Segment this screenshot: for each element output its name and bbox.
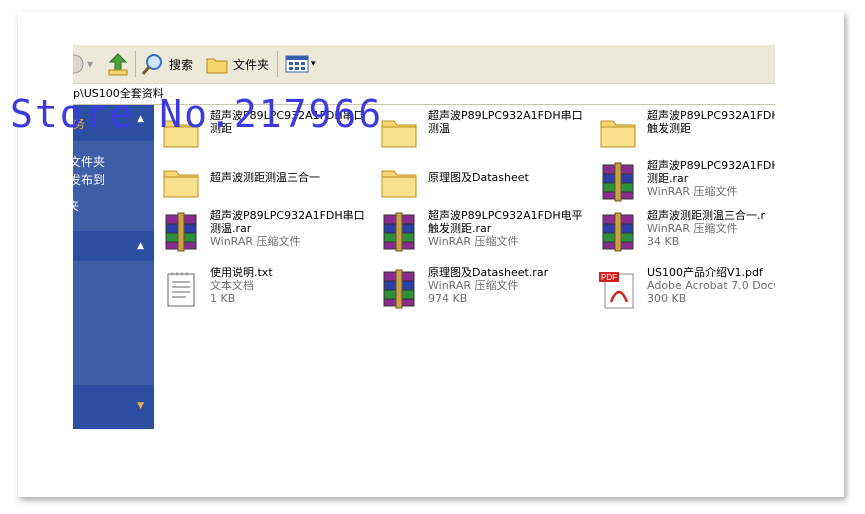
task-pane-body: 文件夹 发布到 夹 [73, 141, 154, 231]
file-item[interactable]: PDF US100产品介绍V1.pdfAdobe Acrobat 7.0 Docu… [597, 266, 775, 312]
file-item[interactable]: 超声波测距测温三合一.r WinRAR 压缩文件 34 KB [597, 209, 775, 255]
file-item[interactable]: 超声波P89LPC932A1FDH串口 测温 [378, 109, 583, 155]
file-list: 超声波P89LPC932A1FDH串口 测距 超声波P89LPC932A1FDH串… [154, 105, 775, 429]
file-name: 超声波测距测温三合一 [210, 171, 320, 184]
file-name: 超声波P89LPC932A1FDH电平 触发测距.rar [428, 209, 583, 235]
file-name: 超声波P89LPC932A1FDH电 测距.rar [647, 159, 775, 185]
views-button[interactable]: ▾ [285, 51, 316, 77]
folder-icon [597, 111, 639, 153]
folders-button[interactable]: 文件夹 [205, 51, 269, 77]
pdf-icon: PDF [597, 268, 639, 310]
folder-icon [378, 111, 420, 153]
file-item[interactable]: 超声波测距测温三合一 [160, 159, 360, 205]
views-icon [285, 55, 309, 73]
file-item[interactable]: 超声波P89LPC932A1FDH串口 测温.rar WinRAR 压缩文件 [160, 209, 365, 255]
file-size: 974 KB [428, 292, 468, 305]
file-type: WinRAR 压缩文件 [210, 235, 301, 248]
back-dropdown-icon[interactable]: ▾ [87, 51, 93, 77]
photo-frame: ▾ 搜索 文件夹 ▾ p\US100全套资料 务 ▲ 文件夹 发布到 夹 ▲ ▼… [0, 0, 865, 514]
task-link-share[interactable]: 夹 [73, 197, 79, 214]
file-name: 原理图及Datasheet [428, 171, 529, 184]
file-name: US100产品介绍V1.pdf [647, 266, 763, 279]
file-size: 34 KB [647, 235, 680, 248]
folders-label: 文件夹 [233, 57, 270, 72]
winrar-icon [378, 268, 420, 310]
file-type: WinRAR 压缩文件 [647, 222, 738, 235]
file-type: 文本文档 [210, 279, 254, 292]
views-dropdown-icon: ▾ [311, 59, 316, 69]
folder-icon [160, 161, 202, 203]
winrar-icon [597, 161, 639, 203]
toolbar: ▾ 搜索 文件夹 ▾ [73, 45, 775, 84]
up-folder-icon [108, 53, 128, 76]
search-icon [141, 54, 162, 75]
file-name: 超声波P89LPC932A1FDH串口 测温 [428, 109, 583, 135]
file-type: WinRAR 压缩文件 [647, 185, 738, 198]
toolbar-separator [277, 51, 278, 77]
winrar-icon [378, 211, 420, 253]
file-item[interactable]: 超声波P89LPC932A1FDH电平 触发测距.rar WinRAR 压缩文件 [378, 209, 583, 255]
watermark: Store No.217966 [10, 92, 384, 136]
task-pane-body [73, 261, 154, 385]
up-folder-button[interactable] [107, 51, 129, 77]
back-button[interactable] [73, 51, 85, 77]
file-size: 300 KB [647, 292, 687, 305]
file-name: 原理图及Datasheet.rar [428, 266, 549, 279]
task-pane-section[interactable]: ▲ [73, 231, 154, 261]
folder-icon [378, 161, 420, 203]
search-button[interactable]: 搜索 [141, 51, 193, 77]
file-item[interactable]: 超声波P89LPC932A1FDH电 触发测距 [597, 109, 775, 155]
task-link-publish[interactable]: 发布到 [73, 171, 105, 188]
file-type: Adobe Acrobat 7.0 Docume [647, 279, 775, 292]
back-arrow-icon [73, 54, 84, 74]
file-name: 超声波测距测温三合一.r [647, 209, 766, 222]
file-name: 使用说明.txt [210, 266, 273, 279]
task-link-new-folder[interactable]: 文件夹 [73, 153, 105, 170]
winrar-icon [160, 211, 202, 253]
task-pane-section[interactable]: ▼ [73, 385, 154, 429]
file-item[interactable]: 超声波P89LPC932A1FDH电 测距.rarWinRAR 压缩文件 [597, 159, 775, 205]
file-size: 1 KB [210, 292, 236, 305]
file-item[interactable]: 原理图及Datasheet [378, 159, 578, 205]
file-name: 超声波P89LPC932A1FDH电 触发测距 [647, 109, 775, 135]
file-type: WinRAR 压缩文件 [428, 279, 519, 292]
toolbar-separator [135, 51, 136, 77]
collapse-icon[interactable]: ▲ [137, 241, 144, 251]
expand-icon[interactable]: ▼ [137, 401, 144, 411]
winrar-icon [597, 211, 639, 253]
svg-text:PDF: PDF [601, 273, 617, 282]
text-file-icon [160, 268, 202, 310]
file-type: WinRAR 压缩文件 [428, 235, 519, 248]
file-item[interactable]: 使用说明.txt 文本文档 1 KB [160, 266, 360, 312]
search-label: 搜索 [169, 57, 194, 72]
folders-icon [206, 58, 228, 74]
file-item[interactable]: 原理图及Datasheet.rar WinRAR 压缩文件 974 KB [378, 266, 578, 312]
task-pane: 务 ▲ 文件夹 发布到 夹 ▲ ▼ [73, 105, 154, 429]
file-name: 超声波P89LPC932A1FDH串口 测温.rar [210, 209, 365, 235]
